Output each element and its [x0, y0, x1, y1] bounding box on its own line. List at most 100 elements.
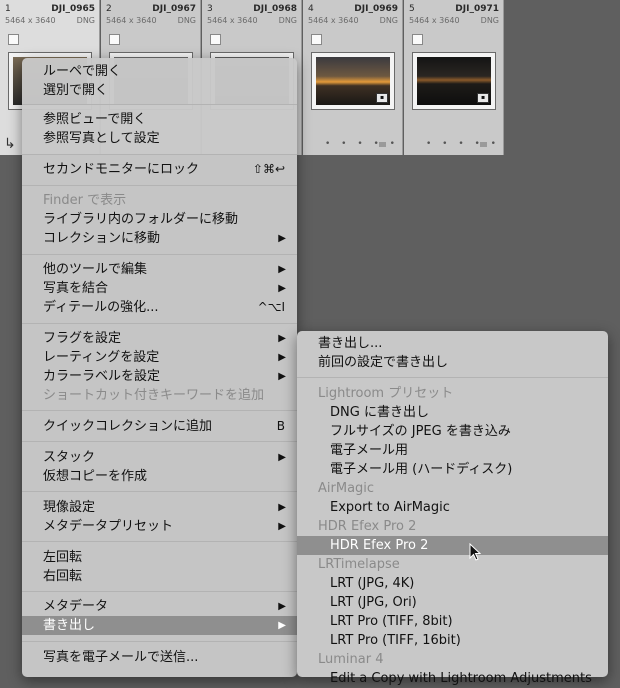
menu-item-add-quick-collection[interactable]: クイックコレクションに追加 B: [22, 417, 297, 436]
menu-item-label: 写真を電子メールで送信...: [43, 650, 199, 665]
menu-item-rotate-right[interactable]: 右回転: [22, 567, 297, 586]
cell-index: 4: [308, 4, 314, 14]
menu-item-open-loupe[interactable]: ルーペで開く: [22, 62, 297, 81]
color-label-icon: [379, 142, 386, 147]
menu-item-luminar-edit-copy[interactable]: Edit a Copy with Lightroom Adjustments: [297, 669, 608, 688]
flag-checkbox[interactable]: [210, 34, 221, 45]
edit-badge-icon: ▪: [477, 93, 489, 103]
cell-filetype: DNG: [177, 16, 196, 25]
menu-header-airmagic: AirMagic: [297, 479, 608, 498]
thumbnail[interactable]: ▪: [412, 52, 496, 110]
menu-item-develop-settings[interactable]: 現像設定 ▶: [22, 498, 297, 517]
menu-separator: [297, 377, 608, 378]
rating-dots[interactable]: • • • • •: [426, 139, 500, 149]
menu-item-set-flag[interactable]: フラグを設定 ▶: [22, 329, 297, 348]
menu-item-lrt-pro-8bit[interactable]: LRT Pro (TIFF, 8bit): [297, 612, 608, 631]
thumbnail[interactable]: ▪: [311, 52, 395, 110]
menu-separator: [22, 491, 297, 492]
flag-checkbox[interactable]: [109, 34, 120, 45]
cell-filetype: DNG: [480, 16, 499, 25]
flag-checkbox[interactable]: [8, 34, 19, 45]
menu-item-rotate-left[interactable]: 左回転: [22, 548, 297, 567]
menu-item-email-photo[interactable]: 写真を電子メールで送信...: [22, 648, 297, 667]
filmstrip-cell[interactable]: 5 DJI_0971 5464 x 3640 DNG ▪ • • • • •: [404, 0, 504, 155]
menu-item-full-jpeg[interactable]: フルサイズの JPEG を書き込み: [297, 422, 608, 441]
rating-dots[interactable]: • • • • •: [325, 139, 399, 149]
cell-dimensions: 5464 x 3640: [409, 16, 460, 25]
menu-item-shortcut-keywords: ショートカット付きキーワードを追加: [22, 386, 297, 405]
menu-separator: [22, 591, 297, 592]
menu-item-label: ライブラリ内のフォルダーに移動: [43, 212, 239, 227]
menu-item-label: Export to AirMagic: [330, 500, 450, 515]
menu-item-label: 左回転: [43, 550, 83, 565]
menu-item-export[interactable]: 書き出し ▶: [22, 616, 297, 635]
export-submenu: 書き出し... 前回の設定で書き出し Lightroom プリセット DNG に…: [297, 331, 608, 686]
cell-dimensions: 5464 x 3640: [5, 16, 56, 25]
menu-item-label: 選別で開く: [43, 83, 109, 98]
submenu-arrow-icon: ▶: [278, 521, 286, 532]
submenu-arrow-icon: ▶: [278, 620, 286, 631]
mouse-pointer-icon: [469, 543, 481, 561]
menu-item-photo-merge[interactable]: 写真を結合 ▶: [22, 279, 297, 298]
menu-item-label: 電子メール用: [330, 443, 409, 458]
menu-item-set-reference[interactable]: 参照写真として設定: [22, 129, 297, 148]
menu-item-label: 書き出し...: [318, 336, 383, 351]
menu-item-show-in-finder: Finder で表示: [22, 191, 297, 210]
filmstrip-cell[interactable]: 4 DJI_0969 5464 x 3640 DNG ▪ • • • • •: [303, 0, 403, 155]
menu-header-lightroom-presets: Lightroom プリセット: [297, 384, 608, 403]
menu-item-stack[interactable]: スタック ▶: [22, 448, 297, 467]
menu-item-go-to-collection[interactable]: コレクションに移動 ▶: [22, 229, 297, 248]
menu-item-label: 電子メール用 (ハードディスク): [330, 462, 513, 477]
menu-item-export-airmagic[interactable]: Export to AirMagic: [297, 498, 608, 517]
menu-header-lrtimelapse: LRTimelapse: [297, 555, 608, 574]
menu-item-for-email[interactable]: 電子メール用: [297, 441, 608, 460]
menu-header-hdr-efex: HDR Efex Pro 2: [297, 517, 608, 536]
menu-item-label: LRT Pro (TIFF, 16bit): [330, 633, 461, 648]
menu-separator: [22, 185, 297, 186]
menu-item-lrt-pro-16bit[interactable]: LRT Pro (TIFF, 16bit): [297, 631, 608, 650]
menu-item-metadata-presets[interactable]: メタデータプリセット ▶: [22, 517, 297, 536]
sync-arrow-icon: ↳: [4, 136, 16, 152]
menu-item-set-color-label[interactable]: カラーラベルを設定 ▶: [22, 367, 297, 386]
submenu-arrow-icon: ▶: [278, 264, 286, 275]
menu-item-edit-in[interactable]: 他のツールで編集 ▶: [22, 260, 297, 279]
menu-separator: [22, 441, 297, 442]
menu-item-metadata[interactable]: メタデータ ▶: [22, 597, 297, 616]
menu-item-label: カラーラベルを設定: [43, 369, 161, 384]
menu-item-export-dialog[interactable]: 書き出し...: [297, 334, 608, 353]
cell-filename: DJI_0969: [354, 4, 398, 14]
menu-item-label: 他のツールで編集: [43, 262, 148, 277]
menu-separator: [22, 104, 297, 105]
menu-item-go-to-folder[interactable]: ライブラリ内のフォルダーに移動: [22, 210, 297, 229]
submenu-arrow-icon: ▶: [278, 371, 286, 382]
menu-item-label: LRT Pro (TIFF, 8bit): [330, 614, 453, 629]
cell-index: 3: [207, 4, 213, 14]
menu-header-label: Luminar 4: [318, 652, 384, 667]
menu-header-luminar: Luminar 4: [297, 650, 608, 669]
menu-item-export-previous[interactable]: 前回の設定で書き出し: [297, 353, 608, 372]
menu-item-enhance-details[interactable]: ディテールの強化... ^⌥I: [22, 298, 297, 317]
menu-item-label: レーティングを設定: [43, 350, 160, 365]
menu-item-label: メタデータプリセット: [43, 519, 174, 534]
menu-item-hdr-efex[interactable]: HDR Efex Pro 2: [297, 536, 608, 555]
menu-item-label: 写真を結合: [43, 281, 109, 296]
menu-item-lock-second-monitor[interactable]: セカンドモニターにロック ⇧⌘↩: [22, 160, 297, 179]
menu-item-export-dng[interactable]: DNG に書き出し: [297, 403, 608, 422]
menu-item-virtual-copy[interactable]: 仮想コピーを作成: [22, 467, 297, 486]
submenu-arrow-icon: ▶: [278, 352, 286, 363]
menu-item-open-survey[interactable]: 選別で開く: [22, 81, 297, 100]
menu-item-lrt-jpg-4k[interactable]: LRT (JPG, 4K): [297, 574, 608, 593]
menu-item-for-email-hd[interactable]: 電子メール用 (ハードディスク): [297, 460, 608, 479]
cell-dimensions: 5464 x 3640: [308, 16, 359, 25]
menu-item-open-compare[interactable]: 参照ビューで開く: [22, 110, 297, 129]
flag-checkbox[interactable]: [412, 34, 423, 45]
menu-item-label: Finder で表示: [43, 193, 127, 208]
menu-item-label: フルサイズの JPEG を書き込み: [330, 424, 511, 439]
cell-filename: DJI_0965: [51, 4, 95, 14]
cell-filetype: DNG: [379, 16, 398, 25]
menu-item-lrt-jpg-ori[interactable]: LRT (JPG, Ori): [297, 593, 608, 612]
menu-item-set-rating[interactable]: レーティングを設定 ▶: [22, 348, 297, 367]
menu-separator: [22, 323, 297, 324]
menu-separator: [22, 254, 297, 255]
flag-checkbox[interactable]: [311, 34, 322, 45]
